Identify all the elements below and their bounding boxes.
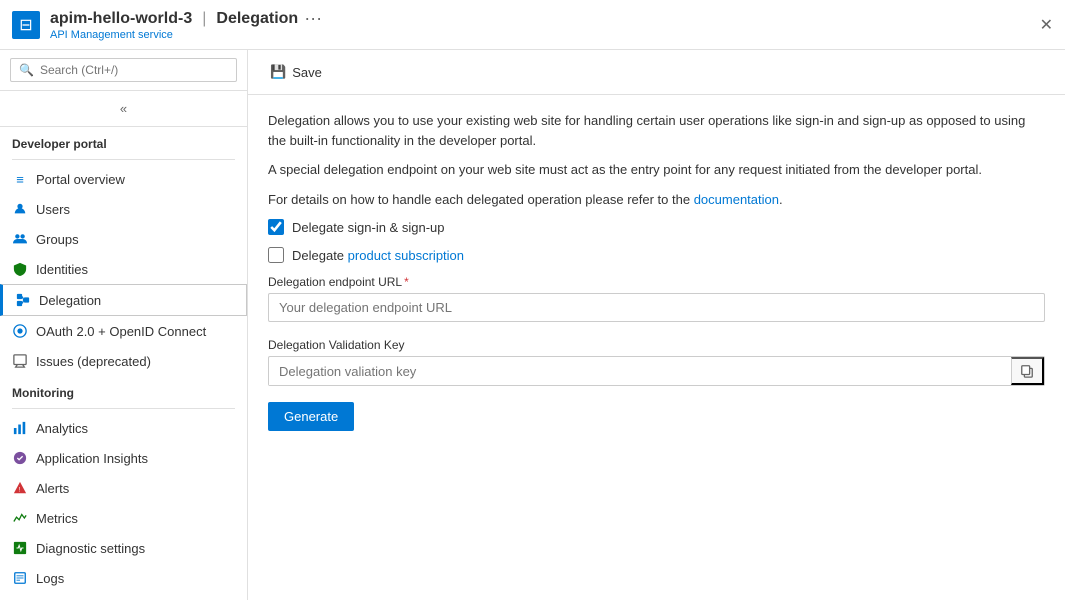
sidebar-item-label: Groups xyxy=(36,232,79,247)
collapse-icon: « xyxy=(120,101,127,116)
sidebar-item-label: Logs xyxy=(36,571,64,586)
description-1: Delegation allows you to use your existi… xyxy=(268,111,1045,150)
description-2: A special delegation endpoint on your we… xyxy=(268,160,1045,180)
copy-button[interactable] xyxy=(1011,357,1044,385)
title-info: apim-hello-world-3 | Delegation ··· API … xyxy=(50,8,322,41)
title-separator: | xyxy=(202,10,206,28)
sidebar-item-label: Users xyxy=(36,202,70,217)
copy-icon xyxy=(1020,364,1034,378)
delegate-subscription-row: Delegate product subscription xyxy=(268,247,1045,263)
validation-key-input[interactable] xyxy=(269,358,1011,385)
developer-portal-section-label: Developer portal xyxy=(0,127,247,155)
endpoint-url-input[interactable] xyxy=(268,293,1045,322)
description-3: For details on how to handle each delega… xyxy=(268,190,1045,210)
sidebar-item-label: Application Insights xyxy=(36,451,148,466)
sidebar-item-label: Diagnostic settings xyxy=(36,541,145,556)
sidebar-item-label: OAuth 2.0 + OpenID Connect xyxy=(36,324,206,339)
content-body: Delegation allows you to use your existi… xyxy=(248,95,1065,447)
sidebar-item-metrics[interactable]: Metrics xyxy=(0,503,247,533)
page-title: Delegation xyxy=(216,10,298,28)
sidebar-item-logs[interactable]: Logs xyxy=(0,563,247,593)
validation-key-label: Delegation Validation Key xyxy=(268,338,1045,352)
sidebar-item-diagnostic[interactable]: Diagnostic settings xyxy=(0,533,247,563)
documentation-link[interactable]: documentation xyxy=(694,192,779,207)
toolbar: 💾 Save xyxy=(248,50,1065,95)
diagnostic-icon xyxy=(12,540,28,556)
main-layout: 🔍 « Developer portal ≡ Portal overview xyxy=(0,50,1065,600)
generate-button[interactable]: Generate xyxy=(268,402,354,431)
endpoint-url-label: Delegation endpoint URL* xyxy=(268,275,1045,289)
delegate-signin-row: Delegate sign-in & sign-up xyxy=(268,219,1045,235)
sidebar-item-analytics[interactable]: Analytics xyxy=(0,413,247,443)
identities-icon xyxy=(12,261,28,277)
app-name: apim-hello-world-3 xyxy=(50,10,192,28)
validation-key-input-wrap xyxy=(268,356,1045,386)
sidebar-item-label: Metrics xyxy=(36,511,78,526)
sidebar-collapse-btn[interactable]: « xyxy=(0,91,247,127)
sidebar-item-groups[interactable]: Groups xyxy=(0,224,247,254)
delegation-icon xyxy=(15,292,31,308)
sidebar-item-alerts[interactable]: ! Alerts xyxy=(0,473,247,503)
sidebar-item-workbooks[interactable]: Workbooks xyxy=(0,593,247,600)
more-options-btn[interactable]: ··· xyxy=(304,8,322,29)
required-indicator: * xyxy=(404,275,409,289)
sidebar-item-label: Analytics xyxy=(36,421,88,436)
app-icon: ⊟ xyxy=(12,11,40,39)
alerts-icon: ! xyxy=(12,480,28,496)
delegate-subscription-checkbox[interactable] xyxy=(268,247,284,263)
groups-icon xyxy=(12,231,28,247)
validation-key-group: Delegation Validation Key xyxy=(268,338,1045,386)
sidebar-item-label: Delegation xyxy=(39,293,101,308)
sidebar-item-label: Portal overview xyxy=(36,172,125,187)
content-area: 💾 Save Delegation allows you to use your… xyxy=(248,50,1065,600)
sidebar-item-label: Identities xyxy=(36,262,88,277)
sidebar-item-delegation[interactable]: Delegation xyxy=(0,284,247,316)
endpoint-url-group: Delegation endpoint URL* xyxy=(268,275,1045,322)
analytics-icon xyxy=(12,420,28,436)
monitoring-section-label: Monitoring xyxy=(0,376,247,404)
sidebar-item-label: Issues (deprecated) xyxy=(36,354,151,369)
portal-overview-icon: ≡ xyxy=(12,171,28,187)
svg-text:!: ! xyxy=(19,487,21,494)
sidebar-item-issues[interactable]: Issues (deprecated) xyxy=(0,346,247,376)
sidebar-item-label: Alerts xyxy=(36,481,69,496)
delegate-subscription-label: Delegate product subscription xyxy=(292,248,464,263)
title-bar: ⊟ apim-hello-world-3 | Delegation ··· AP… xyxy=(0,0,1065,50)
section-divider xyxy=(12,159,235,160)
sidebar-item-portal-overview[interactable]: ≡ Portal overview xyxy=(0,164,247,194)
monitoring-divider xyxy=(12,408,235,409)
app-subtitle: API Management service xyxy=(50,29,322,41)
sidebar-item-users[interactable]: Users xyxy=(0,194,247,224)
delegate-signin-label: Delegate sign-in & sign-up xyxy=(292,220,444,235)
sidebar-item-identities[interactable]: Identities xyxy=(0,254,247,284)
issues-icon xyxy=(12,353,28,369)
save-icon: 💾 xyxy=(270,64,286,80)
search-icon: 🔍 xyxy=(19,63,34,77)
sidebar-item-oauth[interactable]: OAuth 2.0 + OpenID Connect xyxy=(0,316,247,346)
save-button[interactable]: 💾 Save xyxy=(264,60,328,84)
title-bar-left: ⊟ apim-hello-world-3 | Delegation ··· AP… xyxy=(12,8,322,41)
users-icon xyxy=(12,201,28,217)
delegate-signin-checkbox[interactable] xyxy=(268,219,284,235)
product-subscription-link[interactable]: product subscription xyxy=(348,248,464,263)
logs-icon xyxy=(12,570,28,586)
close-button[interactable]: ✕ xyxy=(1040,15,1053,35)
metrics-icon xyxy=(12,510,28,526)
search-bar: 🔍 xyxy=(0,50,247,91)
save-label: Save xyxy=(292,65,322,80)
oauth-icon xyxy=(12,323,28,339)
search-input[interactable] xyxy=(40,63,228,77)
sidebar-item-app-insights[interactable]: Application Insights xyxy=(0,443,247,473)
app-insights-icon xyxy=(12,450,28,466)
sidebar-content: Developer portal ≡ Portal overview Users… xyxy=(0,127,247,600)
search-input-wrap[interactable]: 🔍 xyxy=(10,58,237,82)
sidebar: 🔍 « Developer portal ≡ Portal overview xyxy=(0,50,248,600)
